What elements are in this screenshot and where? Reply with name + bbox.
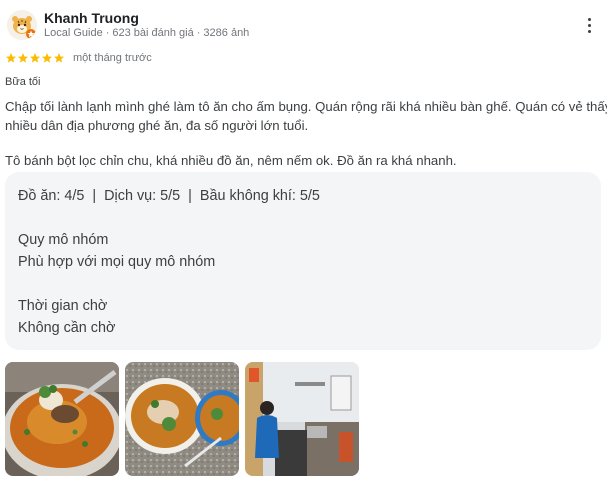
rating-separator: | xyxy=(188,188,192,204)
reviewer-avatar[interactable] xyxy=(7,10,37,40)
service-rating: Dịch vụ: 5/5 xyxy=(104,188,181,204)
review-count: 623 bài đánh giá xyxy=(112,27,194,39)
star-icon xyxy=(18,53,28,63)
review-time: một tháng trước xyxy=(73,52,152,64)
rating-separator: | xyxy=(92,188,97,204)
dot-icon xyxy=(587,29,591,33)
star-rating xyxy=(5,52,65,64)
star-icon xyxy=(42,53,52,63)
two-bowls-photo-icon xyxy=(125,362,239,476)
review-photo[interactable] xyxy=(125,362,239,476)
wait-time-label: Thời gian chờ xyxy=(18,298,108,314)
review-photo[interactable] xyxy=(5,362,119,476)
group-size-label: Quy mô nhóm xyxy=(18,232,109,248)
local-guide-badge: Local Guide xyxy=(44,27,103,39)
aspect-ratings: Đồ ăn: 4/5 | Dịch vụ: 5/5 | Bầu không khí: 5… xyxy=(18,188,320,204)
wait-time-value: Không cần chờ xyxy=(18,320,116,336)
photo-count: 3286 ảnh xyxy=(203,27,250,39)
review-body: Chập tối lành lạnh mình ghé làm tô ăn ch… xyxy=(5,97,607,170)
meta-separator: · xyxy=(196,27,201,39)
meta-separator: · xyxy=(105,27,110,39)
review-line: Tô bánh bột lọc chỉn chu, khá nhiều đồ ă… xyxy=(5,153,457,168)
tiger-avatar-icon xyxy=(7,10,37,40)
more-options-button[interactable] xyxy=(578,14,600,36)
soup-bowl-photo-icon xyxy=(5,362,119,476)
food-rating: Đồ ăn: 4/5 xyxy=(18,188,85,204)
review-photos xyxy=(5,362,359,476)
review-photo[interactable] xyxy=(245,362,359,476)
meal-type: Bữa tối xyxy=(5,76,41,88)
review-line: Chập tối lành lạnh mình ghé làm tô ăn ch… xyxy=(5,99,607,114)
group-size-value: Phù hợp với mọi quy mô nhóm xyxy=(18,254,216,270)
dot-icon xyxy=(587,17,591,21)
star-icon xyxy=(54,53,64,63)
rating-row: một tháng trước xyxy=(5,51,152,65)
reviewer-name[interactable]: Khanh Truong xyxy=(44,10,139,26)
reviewer-meta: Local Guide · 623 bài đánh giá · 3286 ảnh xyxy=(44,27,249,39)
atmosphere-rating: Bầu không khí: 5/5 xyxy=(199,188,320,204)
star-icon xyxy=(6,53,16,63)
dot-icon xyxy=(587,23,591,27)
kitchen-photo-icon xyxy=(245,362,359,476)
star-icon xyxy=(30,53,40,63)
review-line: nhiều dân địa phương ghé ăn, đa số người… xyxy=(5,118,309,133)
review-details: Đồ ăn: 4/5 | Dịch vụ: 5/5 | Bầu không khí: 5… xyxy=(5,172,601,350)
review-header: Khanh Truong Local Guide · 623 bài đánh gi… xyxy=(0,0,607,46)
